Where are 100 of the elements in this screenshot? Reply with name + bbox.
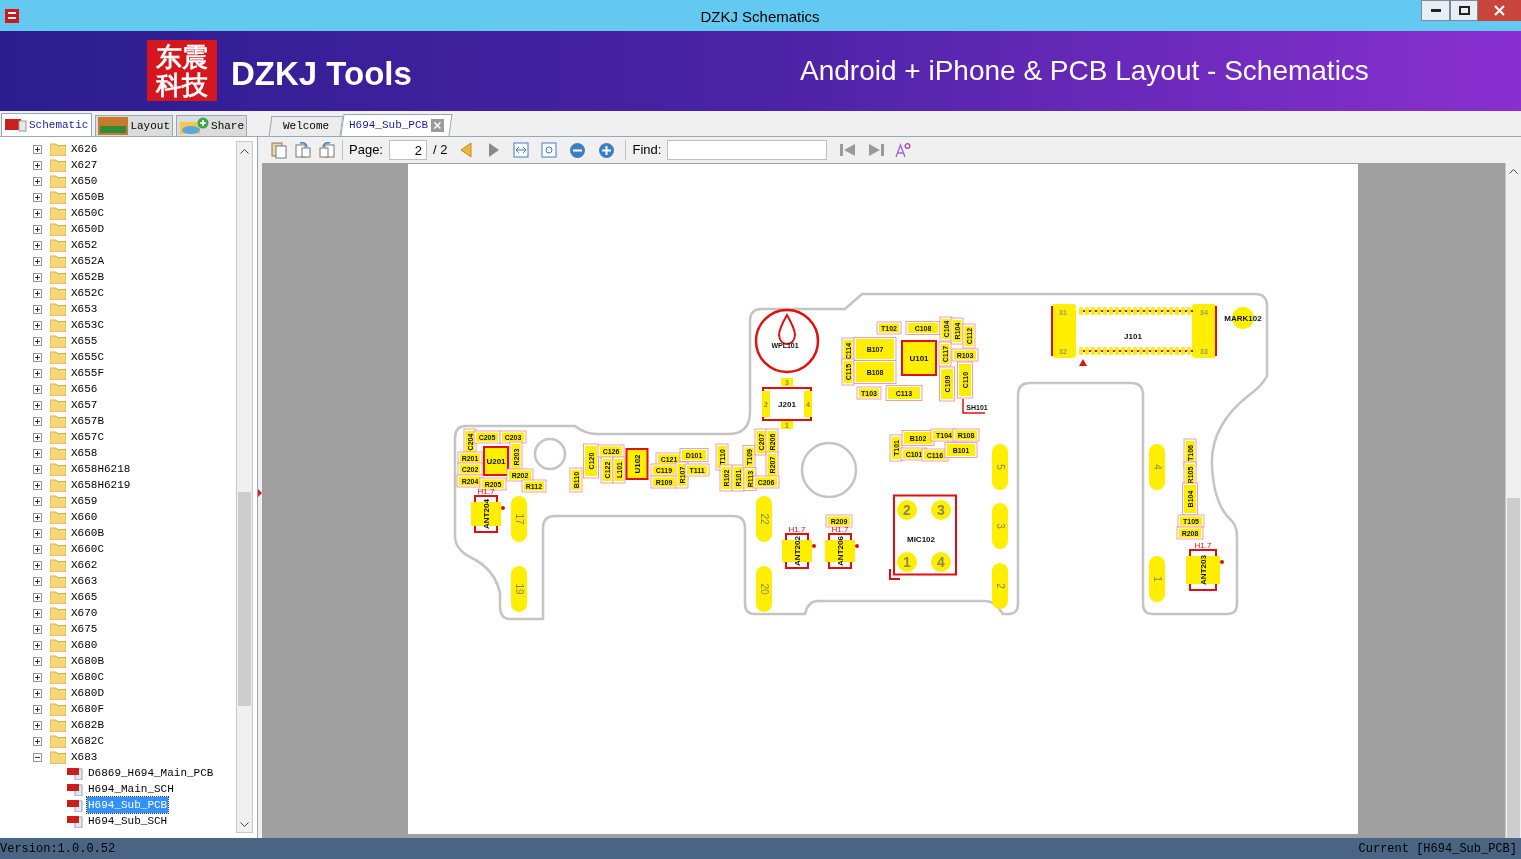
expand-icon[interactable] <box>33 144 42 154</box>
expand-icon[interactable] <box>33 480 42 490</box>
tree-item-label[interactable]: X652A <box>70 252 105 270</box>
scroll-thumb[interactable] <box>238 492 251 706</box>
tree-item-label[interactable]: X653C <box>70 316 105 334</box>
zoom-in-icon[interactable] <box>598 141 616 159</box>
tree-item-label[interactable]: X650 <box>70 172 99 190</box>
expand-icon[interactable] <box>33 288 42 298</box>
tree-item-label[interactable]: X655 <box>70 332 99 350</box>
zoom-out-icon[interactable] <box>569 141 587 159</box>
panel-tab[interactable]: Layout <box>95 115 174 136</box>
tree-item-label[interactable]: D6869_H694_Main_PCB <box>87 764 215 782</box>
tree-item-label[interactable]: X662 <box>70 556 99 574</box>
scroll-up-icon[interactable] <box>1509 168 1518 174</box>
expand-icon[interactable] <box>33 416 42 426</box>
tree-item-label[interactable]: X680B <box>70 652 105 670</box>
maximize-button[interactable] <box>1450 0 1478 21</box>
tree-item-label[interactable]: X658 <box>70 444 99 462</box>
tree-item-label[interactable]: X680D <box>70 684 105 702</box>
tree-item-label[interactable]: X626 <box>70 140 99 158</box>
expand-icon[interactable] <box>33 272 42 282</box>
tree-item-label[interactable]: X652B <box>70 268 105 286</box>
tree-item-label[interactable]: X655C <box>70 348 105 366</box>
expand-icon[interactable] <box>33 432 42 442</box>
scroll-up-icon[interactable] <box>240 148 249 154</box>
tree-item-label[interactable]: X650B <box>70 188 105 206</box>
expand-icon[interactable] <box>33 576 42 586</box>
expand-icon[interactable] <box>33 256 42 266</box>
expand-icon[interactable] <box>33 448 42 458</box>
expand-icon[interactable] <box>33 336 42 346</box>
expand-icon[interactable] <box>33 672 42 682</box>
expand-icon[interactable] <box>33 640 42 650</box>
tree-item-label[interactable]: X658H6218 <box>70 460 132 478</box>
tree-item-label[interactable]: X650C <box>70 204 105 222</box>
expand-icon[interactable] <box>33 512 42 522</box>
collapse-icon[interactable] <box>33 752 42 762</box>
document-tab[interactable]: H694_Sub_PCB <box>340 114 453 136</box>
tree-item-label[interactable]: X657 <box>70 396 99 414</box>
scrollbar[interactable] <box>236 141 253 833</box>
tree-item-label[interactable]: X660C <box>70 540 105 558</box>
expand-icon[interactable] <box>33 384 42 394</box>
expand-icon[interactable] <box>33 192 42 202</box>
tree-item-label[interactable]: X660B <box>70 524 105 542</box>
expand-icon[interactable] <box>33 720 42 730</box>
panel-tab[interactable]: Share <box>176 115 248 136</box>
expand-icon[interactable] <box>33 656 42 666</box>
expand-icon[interactable] <box>33 704 42 714</box>
splitter-arrow-icon[interactable] <box>258 489 262 497</box>
fit-width-icon[interactable] <box>513 142 530 158</box>
expand-icon[interactable] <box>33 688 42 698</box>
expand-icon[interactable] <box>33 208 42 218</box>
expand-icon[interactable] <box>33 624 42 634</box>
tree-item-label[interactable]: X680F <box>70 700 105 718</box>
expand-icon[interactable] <box>33 176 42 186</box>
tree-item-label[interactable]: X658H6219 <box>70 476 132 494</box>
scrollbar[interactable] <box>1505 163 1521 838</box>
tree-item-label[interactable]: X660 <box>70 508 99 526</box>
tree-item-label[interactable]: X657B <box>70 412 105 430</box>
expand-icon[interactable] <box>33 304 42 314</box>
tree-item-label[interactable]: X652 <box>70 236 99 254</box>
expand-icon[interactable] <box>33 160 42 170</box>
tree-item-label[interactable]: X682C <box>70 732 105 750</box>
close-button[interactable] <box>1478 0 1521 21</box>
copy-icon[interactable] <box>270 141 288 159</box>
tree-item-label[interactable]: X650D <box>70 220 105 238</box>
tree-item-label[interactable]: H694_Sub_SCH <box>87 812 169 830</box>
scroll-thumb[interactable] <box>1507 498 1520 838</box>
tree-item-label[interactable]: X627 <box>70 156 99 174</box>
tree-item-label[interactable]: X675 <box>70 620 99 638</box>
expand-icon[interactable] <box>33 592 42 602</box>
tree-item-label[interactable]: X680 <box>70 636 99 654</box>
tree-item-label[interactable]: X670 <box>70 604 99 622</box>
document-tab[interactable]: Welcome <box>268 116 344 136</box>
tree-item-label[interactable]: X652C <box>70 284 105 302</box>
panel-tab[interactable]: Schematic <box>1 113 93 136</box>
expand-icon[interactable] <box>33 224 42 234</box>
tree-item-label[interactable]: X665 <box>70 588 99 606</box>
tree-item-label[interactable]: X663 <box>70 572 99 590</box>
page-field[interactable]: 2 <box>389 140 427 160</box>
tree-item-label[interactable]: X657C <box>70 428 105 446</box>
expand-icon[interactable] <box>33 528 42 538</box>
close-icon[interactable] <box>431 119 445 132</box>
find-field[interactable] <box>667 140 828 160</box>
expand-icon[interactable] <box>33 400 42 410</box>
expand-icon[interactable] <box>33 496 42 506</box>
fit-page-icon[interactable] <box>541 142 558 158</box>
tree-item-label[interactable]: H694_Main_SCH <box>87 780 175 798</box>
tree-item-label[interactable]: X655F <box>70 364 105 382</box>
expand-icon[interactable] <box>33 560 42 570</box>
scroll-down-icon[interactable] <box>240 822 249 828</box>
expand-icon[interactable] <box>33 240 42 250</box>
expand-icon[interactable] <box>33 320 42 330</box>
tree-item-label[interactable]: X680C <box>70 668 105 686</box>
expand-icon[interactable] <box>33 608 42 618</box>
rotate-left-icon[interactable] <box>318 141 336 159</box>
rotate-right-icon[interactable] <box>294 141 312 159</box>
expand-icon[interactable] <box>33 352 42 362</box>
text-style-icon[interactable] <box>895 142 912 158</box>
tree-item-label[interactable]: X659 <box>70 492 99 510</box>
expand-icon[interactable] <box>33 464 42 474</box>
